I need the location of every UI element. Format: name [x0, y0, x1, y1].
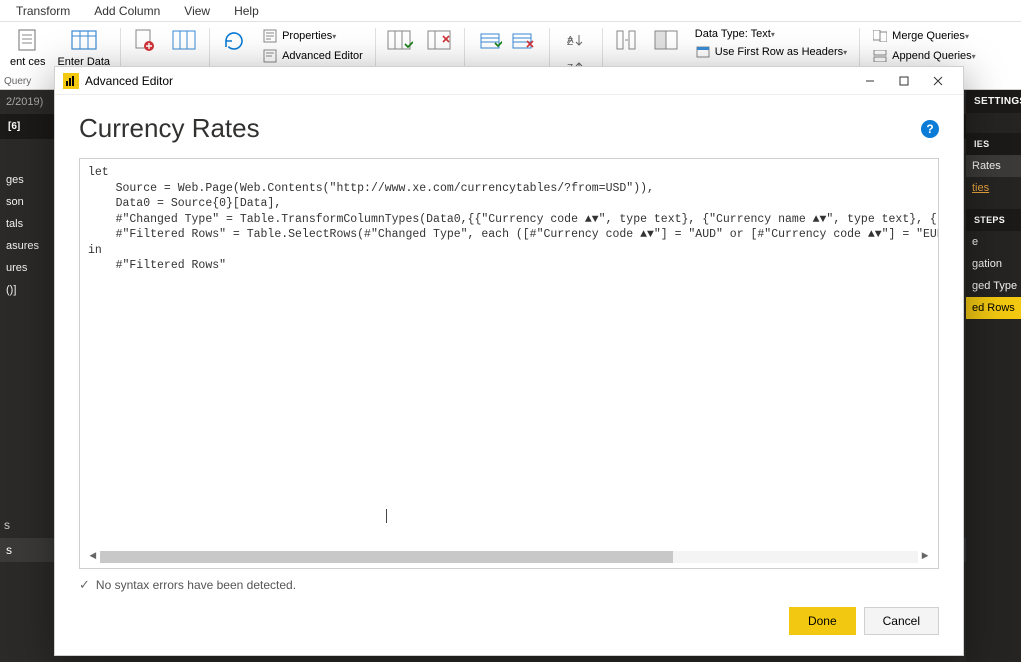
list-item[interactable]: s — [4, 518, 10, 532]
ribbon-group-label: Query — [4, 76, 31, 87]
keep-rows-icon — [480, 33, 502, 51]
dialog-heading: Currency Rates ? — [79, 113, 939, 144]
append-queries-button[interactable]: Append Queries — [868, 46, 980, 66]
group-by-button[interactable] — [647, 26, 687, 58]
advanced-editor-dialog: Advanced Editor Currency Rates ? let Sou… — [54, 66, 964, 656]
recent-sources-button[interactable]: ent ces — [4, 26, 51, 70]
keep-rows-button[interactable] — [477, 28, 505, 56]
remove-columns-button[interactable] — [420, 26, 460, 58]
code-line: #"Filtered Rows" — [88, 259, 226, 272]
svg-text:Z: Z — [567, 37, 573, 47]
minimize-icon — [865, 76, 875, 86]
applied-steps-header: STEPS — [966, 209, 1021, 231]
syntax-status: ✓ No syntax errors have been detected. — [79, 569, 939, 601]
minimize-button[interactable] — [853, 69, 887, 93]
scroll-left-icon[interactable]: ◄ — [86, 550, 100, 564]
code-line: #"Filtered Rows" = Table.SelectRows(#"Ch… — [88, 228, 939, 241]
table-icon — [70, 28, 98, 54]
properties-icon — [262, 28, 278, 44]
code-editor[interactable]: let Source = Web.Page(Web.Contents("http… — [79, 158, 939, 569]
columns-icon — [171, 28, 199, 54]
merge-icon — [872, 28, 888, 44]
first-row-headers-button[interactable]: Use First Row as Headers — [691, 42, 851, 62]
menu-help[interactable]: Help — [222, 2, 271, 20]
code-line: #"Changed Type" = Table.TransformColumnT… — [88, 213, 939, 226]
scroll-thumb[interactable] — [100, 551, 673, 563]
code-line: Source = Web.Page(Web.Contents("http://w… — [88, 182, 654, 195]
split-column-icon — [613, 28, 641, 54]
split-column-button[interactable] — [607, 26, 647, 58]
remove-rows-icon — [512, 33, 534, 51]
applied-step[interactable]: gation — [966, 253, 1021, 275]
scroll-right-icon[interactable]: ► — [918, 550, 932, 564]
done-button[interactable]: Done — [789, 607, 856, 635]
applied-step[interactable]: ged Type — [966, 275, 1021, 297]
choose-columns-button[interactable] — [380, 26, 420, 58]
refresh-button[interactable] — [214, 26, 254, 58]
scroll-track[interactable] — [100, 551, 918, 563]
menu-view[interactable]: View — [172, 2, 222, 20]
doc-plus-icon — [131, 28, 159, 54]
applied-step[interactable]: e — [966, 231, 1021, 253]
properties-button[interactable]: Properties — [258, 26, 367, 46]
close-icon — [933, 76, 943, 86]
advanced-editor-button[interactable]: Advanced Editor — [258, 46, 367, 66]
enter-data-button[interactable]: Enter Data — [51, 26, 116, 70]
dialog-titlebar: Advanced Editor — [55, 67, 963, 95]
all-properties-link[interactable]: ties — [966, 177, 1021, 199]
sort-asc-icon: AZ — [567, 33, 585, 47]
refresh-icon — [220, 28, 248, 54]
append-icon — [872, 48, 888, 64]
menubar: Transform Add Column View Help — [0, 0, 1021, 22]
table-header-icon — [695, 44, 711, 60]
ribbon-btn-a[interactable] — [125, 26, 165, 58]
close-button[interactable] — [921, 69, 955, 93]
maximize-button[interactable] — [887, 69, 921, 93]
sort-asc-button[interactable]: AZ — [562, 28, 590, 52]
remove-rows-button[interactable] — [509, 28, 537, 56]
menu-transform[interactable]: Transform — [4, 2, 82, 20]
menu-add-column[interactable]: Add Column — [82, 2, 172, 20]
settings-header: SETTINGS — [966, 90, 1021, 113]
applied-step-selected[interactable]: ed Rows — [966, 297, 1021, 319]
code-line: Data0 = Source{0}[Data], — [88, 197, 281, 210]
horizontal-scrollbar[interactable]: ◄ ► — [86, 550, 932, 564]
maximize-icon — [899, 76, 909, 86]
ribbon-btn-b[interactable] — [165, 26, 205, 58]
text-caret — [386, 509, 387, 523]
choose-columns-icon — [386, 28, 414, 54]
query-settings-panel: SETTINGS IES Rates ties STEPS e gation g… — [966, 90, 1021, 662]
code-line: let — [88, 166, 109, 179]
help-button[interactable]: ? — [921, 120, 939, 138]
app-icon — [63, 73, 79, 89]
remove-columns-icon — [426, 28, 454, 54]
data-type-button[interactable]: Data Type: Text — [691, 26, 851, 42]
dialog-title: Advanced Editor — [85, 74, 173, 88]
advanced-editor-icon — [262, 48, 278, 64]
document-icon — [14, 28, 42, 54]
cancel-button[interactable]: Cancel — [864, 607, 939, 635]
code-line: in — [88, 244, 102, 257]
properties-header: IES — [966, 133, 1021, 155]
group-by-icon — [653, 28, 681, 54]
query-name-field[interactable]: Rates — [966, 155, 1021, 177]
merge-queries-button[interactable]: Merge Queries — [868, 26, 980, 46]
check-icon: ✓ — [79, 577, 90, 593]
